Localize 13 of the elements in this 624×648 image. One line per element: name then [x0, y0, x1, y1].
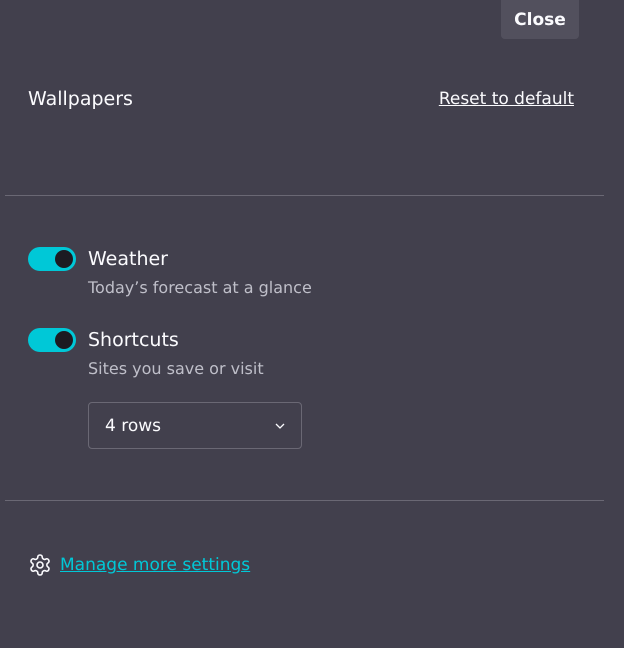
widget-label: Weather [88, 247, 168, 272]
section-title: Wallpapers [28, 88, 133, 110]
widget-label: Shortcuts [88, 328, 179, 353]
widget-description: Sites you save or visit [88, 359, 264, 378]
toggle-switch[interactable] [28, 247, 76, 271]
manage-settings-link[interactable]: Manage more settings [60, 555, 250, 575]
settings-icon [28, 553, 52, 577]
rows-dropdown[interactable]: 4 rows [88, 402, 302, 449]
toggle-switch[interactable] [28, 328, 76, 352]
close-button[interactable]: Close [501, 0, 579, 39]
reset-link[interactable]: Reset to default [438, 89, 574, 109]
widget-description: Today’s forecast at a glance [88, 278, 312, 297]
chevron-down-icon [275, 422, 285, 428]
